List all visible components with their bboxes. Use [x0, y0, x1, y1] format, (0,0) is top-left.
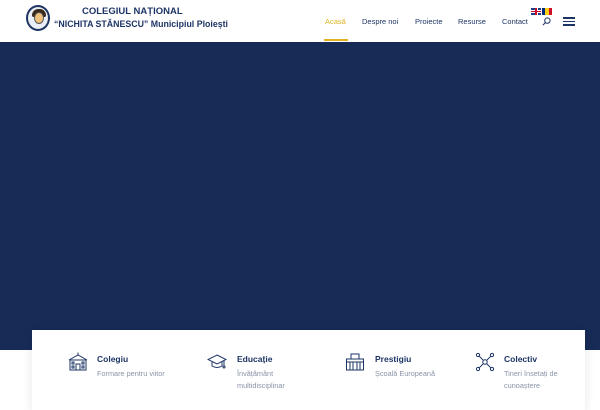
site-header: COLEGIUL NAȚIONAL “NICHITA STĂNESCU” Mun… [0, 0, 600, 42]
nav-item-proiecte[interactable]: Proiecte [415, 17, 443, 26]
nav-item-contact[interactable]: Contact [502, 17, 528, 26]
feature-desc-prestigiu: Școală Europeană [375, 369, 436, 378]
feature-title-educatie: Educație [237, 354, 273, 364]
nav-item-acasa[interactable]: Acasă [325, 17, 346, 26]
school-crest-logo[interactable] [26, 5, 50, 31]
nav-item-resurse[interactable]: Resurse [458, 17, 486, 26]
school-name-line2[interactable]: “NICHITA STĂNESCU” Municipiul Ploiești [54, 19, 228, 29]
active-nav-underline [324, 39, 348, 41]
european-school-icon [346, 353, 364, 371]
feature-desc-educatie: Învățământ multidisciplinar [237, 369, 285, 390]
english-flag-icon[interactable] [531, 8, 541, 15]
graduation-cap-icon [207, 354, 227, 369]
feature-desc-colectiv: Tineri însetați de cunoaștere [504, 369, 558, 390]
school-building-icon [68, 352, 88, 371]
feature-desc-colegiu: Formare pentru viitor [97, 369, 165, 378]
romanian-flag-icon[interactable] [542, 8, 552, 15]
logo-portrait-face [34, 12, 44, 24]
nav-item-despre-noi[interactable]: Despre noi [362, 17, 398, 26]
feature-title-colegiu: Colegiu [97, 354, 129, 364]
hamburger-menu-icon[interactable] [563, 17, 575, 26]
feature-title-colectiv: Colectiv [504, 354, 538, 364]
school-name-line1[interactable]: COLEGIUL NAȚIONAL [82, 6, 183, 17]
search-icon[interactable] [542, 17, 551, 26]
network-icon [475, 352, 495, 372]
hero-banner [0, 42, 600, 350]
feature-title-prestigiu: Prestigiu [375, 354, 412, 364]
